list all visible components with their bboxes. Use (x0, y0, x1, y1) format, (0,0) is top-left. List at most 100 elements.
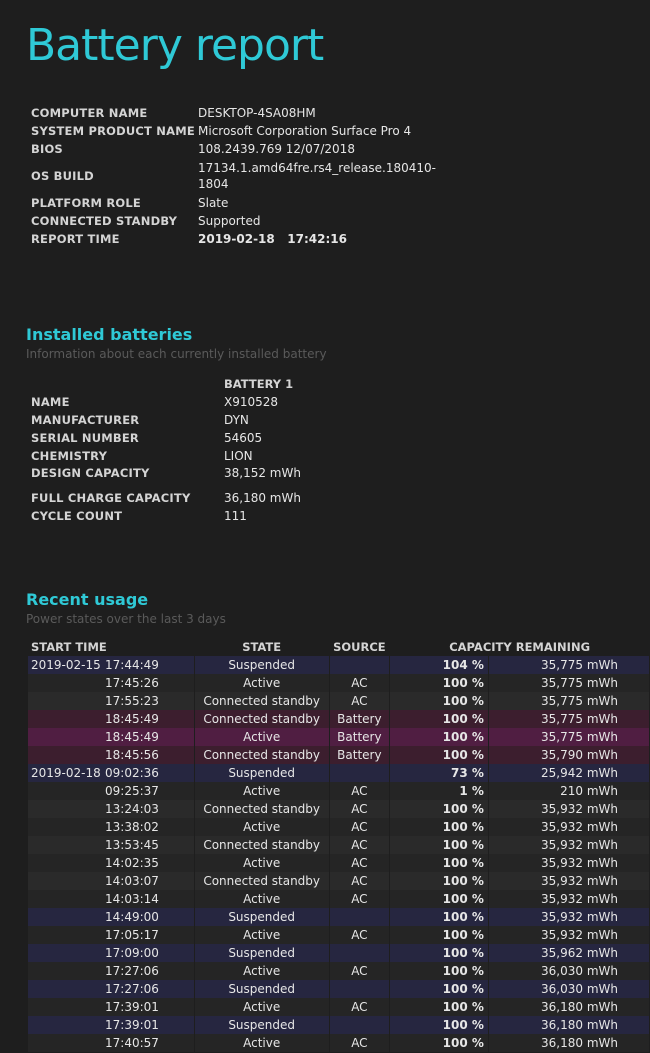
capacity-percent-cell: 100 % (389, 746, 489, 764)
start-time: 17:39:01 (105, 1018, 159, 1032)
source-cell: AC (329, 890, 391, 908)
source-cell (329, 656, 391, 674)
start-time: 17:55:23 (105, 694, 159, 708)
sysinfo-row-report-time: REPORT TIME 2019-02-18 17:42:16 (31, 230, 436, 248)
start-time: 13:53:45 (105, 838, 159, 852)
capacity-percent-cell: 100 % (389, 998, 489, 1016)
sysinfo-row-computer-name: COMPUTER NAME DESKTOP-4SA08HM (31, 104, 436, 122)
battery-label: FULL CHARGE CAPACITY (31, 491, 191, 505)
source-cell: AC (329, 800, 391, 818)
start-time: 09:02:36 (105, 766, 159, 780)
sysinfo-row-bios: BIOS 108.2439.769 12/07/2018 (31, 140, 436, 158)
battery-value: 111 (224, 509, 247, 523)
usage-row: 18:45:49 Active Battery 100 % 35,775 mWh (28, 728, 650, 746)
usage-row: 14:02:35 Active AC 100 % 35,932 mWh (28, 854, 650, 872)
capacity-mwh-cell: 35,932 mWh (488, 890, 650, 908)
capacity-percent-cell: 100 % (389, 872, 489, 890)
state-cell: Suspended (194, 908, 330, 926)
header-capacity-remaining: CAPACITY REMAINING (449, 640, 591, 654)
start-time: 17:44:49 (105, 658, 159, 672)
installed-batteries-title: Installed batteries (26, 325, 193, 344)
start-time-cell: 09:25:37 (28, 782, 195, 800)
capacity-mwh-cell: 35,932 mWh (488, 800, 650, 818)
capacity-mwh-cell: 35,775 mWh (488, 674, 650, 692)
source-cell (329, 908, 391, 926)
header-start-time: START TIME (31, 640, 107, 654)
capacity-mwh-cell: 35,790 mWh (488, 746, 650, 764)
state-cell: Suspended (194, 980, 330, 998)
installed-batteries-table: BATTERY 1 NAME X910528 MANUFACTURER DYN … (31, 375, 344, 525)
sysinfo-row-platform-role: PLATFORM ROLE Slate (31, 194, 436, 212)
start-time: 13:38:02 (105, 820, 159, 834)
start-time: 17:27:06 (105, 964, 159, 978)
sysinfo-label: BIOS (31, 142, 63, 156)
start-time: 18:45:49 (105, 730, 159, 744)
battery-value: X910528 (224, 395, 279, 409)
start-date: 2019-02-15 (31, 658, 101, 672)
start-time: 17:09:00 (105, 946, 159, 960)
sysinfo-value: Slate (198, 196, 229, 210)
capacity-percent-cell: 100 % (389, 728, 489, 746)
start-time-cell: 14:49:00 (28, 908, 195, 926)
battery-row-serial: SERIAL NUMBER 54605 (31, 429, 344, 447)
state-cell: Suspended (194, 1016, 330, 1034)
recent-usage-subtitle: Power states over the last 3 days (26, 612, 226, 626)
state-cell: Connected standby (194, 692, 330, 710)
source-cell: AC (329, 782, 391, 800)
capacity-percent-cell: 100 % (389, 818, 489, 836)
sysinfo-label: CONNECTED STANDBY (31, 214, 178, 228)
start-time: 17:40:57 (105, 1036, 159, 1050)
source-cell: AC (329, 836, 391, 854)
capacity-mwh-cell: 35,932 mWh (488, 908, 650, 926)
usage-row: 14:03:14 Active AC 100 % 35,932 mWh (28, 890, 650, 908)
start-time-cell: 13:24:03 (28, 800, 195, 818)
start-time-cell: 17:05:17 (28, 926, 195, 944)
state-cell: Suspended (194, 764, 330, 782)
capacity-mwh-cell: 35,775 mWh (488, 728, 650, 746)
capacity-percent-cell: 100 % (389, 836, 489, 854)
capacity-mwh-cell: 25,942 mWh (488, 764, 650, 782)
state-cell: Active (194, 818, 330, 836)
state-cell: Active (194, 1034, 330, 1052)
start-time-cell: 18:45:49 (28, 728, 195, 746)
start-time-cell: 2019-02-15 17:44:49 (28, 656, 195, 674)
start-time: 17:45:26 (105, 676, 159, 690)
state-cell: Active (194, 926, 330, 944)
capacity-mwh-cell: 35,962 mWh (488, 944, 650, 962)
source-cell: Battery (329, 728, 391, 746)
battery-header-row: BATTERY 1 (31, 375, 344, 393)
start-time-cell: 14:02:35 (28, 854, 195, 872)
start-time: 17:05:17 (105, 928, 159, 942)
usage-row: 13:24:03 Connected standby AC 100 % 35,932 m… (28, 800, 650, 818)
capacity-percent-cell: 104 % (389, 656, 489, 674)
state-cell: Connected standby (194, 746, 330, 764)
capacity-mwh-cell: 35,775 mWh (488, 692, 650, 710)
usage-row: 2019-02-18 09:02:36 Suspended 73 % 25,942 mW… (28, 764, 650, 782)
start-time: 14:03:07 (105, 874, 159, 888)
battery-row-chemistry: CHEMISTRY LION (31, 447, 344, 465)
battery-value: 36,180 mWh (224, 491, 301, 505)
capacity-mwh-cell: 36,030 mWh (488, 980, 650, 998)
capacity-mwh-cell: 35,932 mWh (488, 818, 650, 836)
battery-row-cycle-count: CYCLE COUNT 111 (31, 507, 344, 525)
start-time-cell: 13:38:02 (28, 818, 195, 836)
state-cell: Active (194, 782, 330, 800)
state-cell: Active (194, 854, 330, 872)
state-cell: Suspended (194, 656, 330, 674)
sysinfo-label: OS BUILD (31, 169, 94, 183)
capacity-mwh-cell: 210 mWh (488, 782, 650, 800)
battery-label: CYCLE COUNT (31, 509, 123, 523)
state-cell: Active (194, 962, 330, 980)
capacity-mwh-cell: 35,775 mWh (488, 710, 650, 728)
capacity-percent-cell: 100 % (389, 926, 489, 944)
usage-row: 17:27:06 Suspended 100 % 36,030 mWh (28, 980, 650, 998)
usage-row: 17:55:23 Connected standby AC 100 % 35,775 m… (28, 692, 650, 710)
system-info-table: COMPUTER NAME DESKTOP-4SA08HM SYSTEM PRO… (31, 104, 436, 248)
capacity-mwh-cell: 36,180 mWh (488, 998, 650, 1016)
recent-usage-title: Recent usage (26, 590, 149, 609)
start-time-cell: 17:27:06 (28, 962, 195, 980)
battery-label: NAME (31, 395, 70, 409)
start-time-cell: 2019-02-18 09:02:36 (28, 764, 195, 782)
sysinfo-value: Microsoft Corporation Surface Pro 4 (198, 124, 412, 138)
capacity-percent-cell: 100 % (389, 854, 489, 872)
